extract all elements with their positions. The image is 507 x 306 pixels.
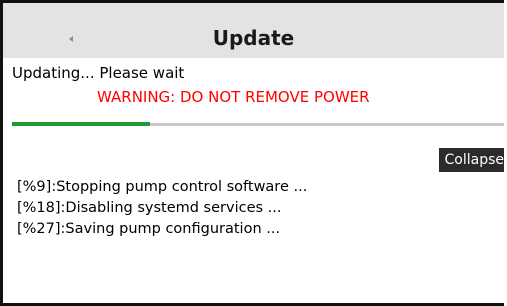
log-line: [%18]:Disabling systemd services ... [17,200,282,216]
power-warning: WARNING: DO NOT REMOVE POWER [97,88,370,106]
log-line: [%27]:Saving pump configuration ... [17,221,281,237]
update-log: [%9]:Stopping pump control software ... … [17,177,307,240]
header-bar: Update [3,3,504,58]
update-screen: Update Updating... Please wait WARNING: … [0,0,504,306]
status-message: Updating... Please wait [12,64,185,82]
collapse-button[interactable]: Collapse [438,148,504,172]
page-title: Update [212,26,295,50]
log-line: [%9]:Stopping pump control software ... [17,179,308,195]
progress-bar [12,122,504,126]
progress-fill [12,122,150,126]
